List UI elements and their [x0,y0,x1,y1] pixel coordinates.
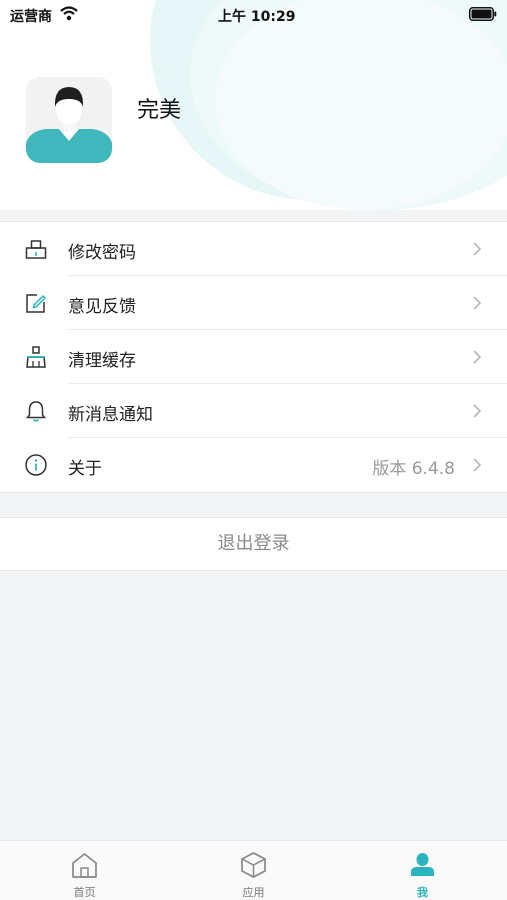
box-icon [241,852,266,878]
menu-item-change-password[interactable]: 修改密码 [0,222,507,276]
status-bar: 运营商 上午 10:29 [0,0,507,30]
chevron-right-icon [473,350,482,364]
avatar[interactable] [26,77,112,163]
chevron-right-icon [473,242,482,256]
profile-header: 运营商 上午 10:29 完美 [0,0,507,210]
info-icon [25,454,47,476]
tab-label: 我 [417,886,428,899]
chevron-right-icon [473,296,482,310]
status-time: 上午 10:29 [218,9,296,25]
tab-bar: 首页 应用 我 [0,840,507,900]
menu-item-feedback[interactable]: 意见反馈 [0,276,507,330]
battery-icon [469,7,497,21]
tab-home[interactable]: 首页 [0,841,169,900]
menu-item-about[interactable]: 关于 版本 6.4.8 [0,438,507,492]
menu-item-label: 修改密码 [68,243,136,263]
chevron-right-icon [473,458,482,472]
menu-item-label: 关于 [68,459,102,479]
tab-label: 首页 [73,886,96,899]
lock-icon [25,240,47,259]
username: 完美 [137,98,182,123]
tab-me[interactable]: 我 [338,841,507,900]
menu-item-label: 新消息通知 [68,405,153,425]
avatar-person-icon [26,77,112,163]
menu-item-label: 清理缓存 [68,351,136,371]
tab-label: 应用 [242,886,265,899]
menu-item-label: 意见反馈 [68,297,136,317]
broom-icon [26,346,46,368]
person-icon [411,853,434,876]
carrier-label: 运营商 [10,9,52,25]
wifi-icon [60,6,78,21]
edit-icon [26,294,47,313]
home-icon [72,853,97,878]
bell-icon [25,401,47,422]
tab-apps[interactable]: 应用 [169,841,338,900]
menu-item-notifications[interactable]: 新消息通知 [0,384,507,438]
settings-menu: 修改密码 意见反馈 清理缓存 新消息通知 关于 版本 6.4.8 [0,221,507,493]
chevron-right-icon [473,404,482,418]
logout-button[interactable]: 退出登录 [0,517,507,571]
version-value: 版本 6.4.8 [372,459,455,479]
menu-item-clear-cache[interactable]: 清理缓存 [0,330,507,384]
